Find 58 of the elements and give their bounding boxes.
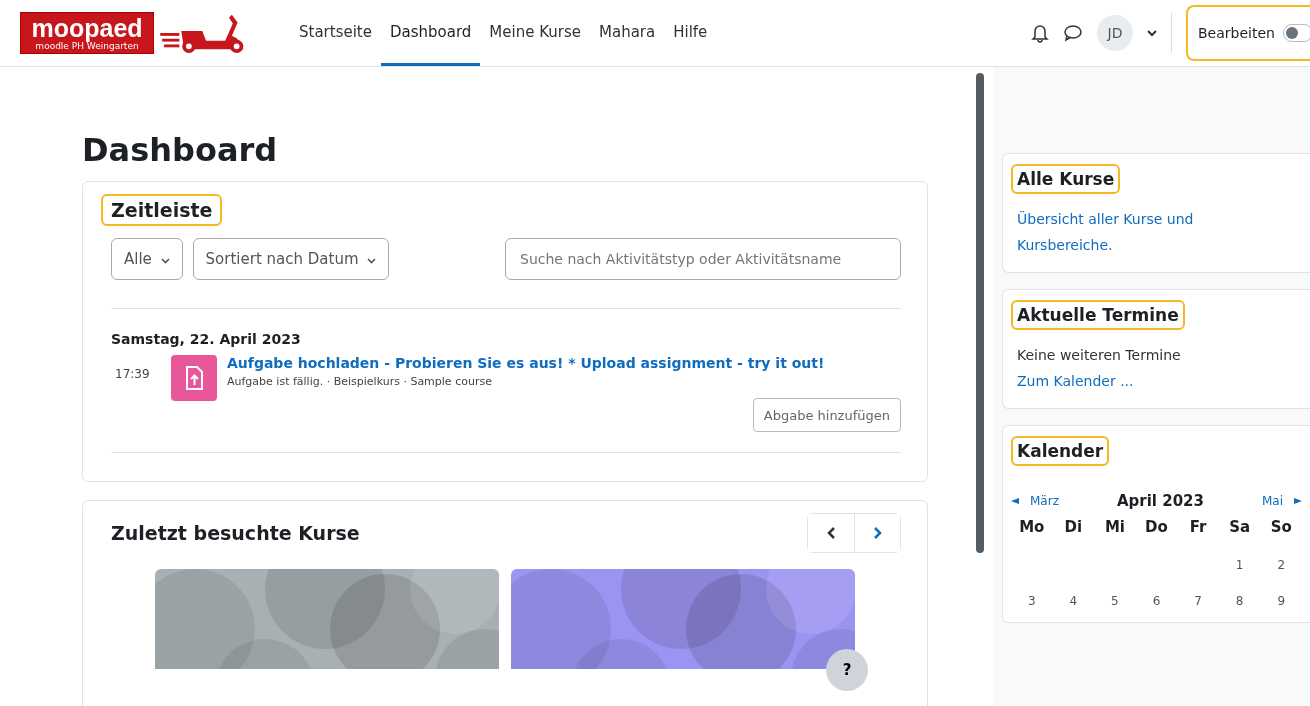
page-title: Dashboard — [82, 131, 279, 169]
block-title: Kalender — [1011, 436, 1110, 466]
right-arrow-icon[interactable] — [1294, 498, 1302, 504]
weekday-label: Fr — [1188, 518, 1208, 536]
search-field[interactable]: Suche nach Aktivitätstyp oder Aktivitätsname — [505, 238, 901, 280]
file-upload-icon — [171, 355, 217, 401]
courses-overview-link[interactable]: Übersicht aller Kurse und Kursbereiche. — [1011, 206, 1237, 258]
nav-link[interactable]: Dashboard — [380, 0, 481, 66]
nav-link[interactable]: Meine Kurse — [480, 0, 590, 66]
logo-text: moopaed — [31, 15, 143, 41]
caret-icon — [367, 258, 377, 264]
filter-dropdown[interactable]: Alle — [111, 238, 183, 280]
calendar-day[interactable]: 5 — [1094, 594, 1136, 608]
caret-icon[interactable] — [1147, 29, 1157, 37]
block-title: Alle Kurse — [1011, 164, 1121, 194]
no-events-text: Keine weiteren Termine — [1016, 346, 1182, 365]
calendar-day[interactable]: 7 — [1177, 594, 1219, 608]
user-avatar[interactable]: JD — [1097, 15, 1133, 51]
chevron-right-icon — [872, 526, 883, 540]
card-title: Zuletzt besuchte Kurse — [110, 521, 361, 546]
calendar-day[interactable]: 2 — [1260, 558, 1302, 572]
calendar-day[interactable]: 3 — [1011, 594, 1053, 608]
add-submission-button[interactable]: Abgabe hinzufügen — [752, 398, 901, 432]
chat-icon[interactable] — [1063, 24, 1083, 42]
weekday-label: Do — [1144, 518, 1169, 536]
scrollbar[interactable] — [976, 73, 984, 553]
edit-mode-toggle[interactable]: Bearbeiten — [1186, 5, 1310, 61]
calendar-day[interactable]: 9 — [1260, 594, 1302, 608]
weekday-label: Sa — [1228, 518, 1252, 536]
month-title: April 2023 — [1116, 492, 1204, 510]
event-link[interactable]: Aufgabe hochladen - Probieren Sie es aus! * Upload assignment - try it out! — [227, 355, 901, 371]
left-arrow-icon[interactable] — [1011, 498, 1019, 504]
nav-link[interactable]: Startseite — [290, 0, 381, 66]
calendar-day[interactable]: 6 — [1135, 594, 1178, 608]
event-time: 17:39 — [114, 366, 151, 381]
weekday-label: Mi — [1103, 518, 1126, 536]
weekday-label: Di — [1063, 518, 1084, 536]
event-details: Aufgabe ist fällig. · Beispielkurs · Sample course — [227, 375, 493, 388]
date-heading: Samstag, 22. April 2023 — [111, 331, 302, 347]
weekday-label: Mo — [1018, 518, 1046, 536]
logo[interactable]: moopaed moodle PH Weingarten — [20, 12, 154, 54]
next-month-link[interactable]: Mai — [1255, 494, 1289, 508]
caret-icon — [160, 258, 170, 264]
card-title: Zeitleiste — [101, 194, 223, 226]
weekday-label: So — [1269, 518, 1293, 536]
nav-link[interactable]: Mahara — [590, 0, 665, 66]
block-title: Aktuelle Termine — [1011, 300, 1185, 330]
bell-icon[interactable] — [1031, 23, 1049, 43]
help-button[interactable]: ? — [826, 649, 868, 691]
calendar-day[interactable]: 1 — [1218, 558, 1261, 572]
chevron-left-icon — [826, 526, 836, 540]
logo-subtitle: moodle PH Weingarten — [35, 41, 139, 51]
nav-link[interactable]: Hilfe — [664, 0, 717, 66]
previous-month-link[interactable]: März — [1024, 494, 1065, 508]
calendar-day[interactable]: 8 — [1218, 594, 1261, 608]
calendar-link[interactable]: Zum Kalender ... — [1011, 368, 1237, 394]
calendar-day[interactable]: 4 — [1052, 594, 1095, 608]
sort-dropdown[interactable]: Sortiert nach Datum — [192, 238, 390, 280]
